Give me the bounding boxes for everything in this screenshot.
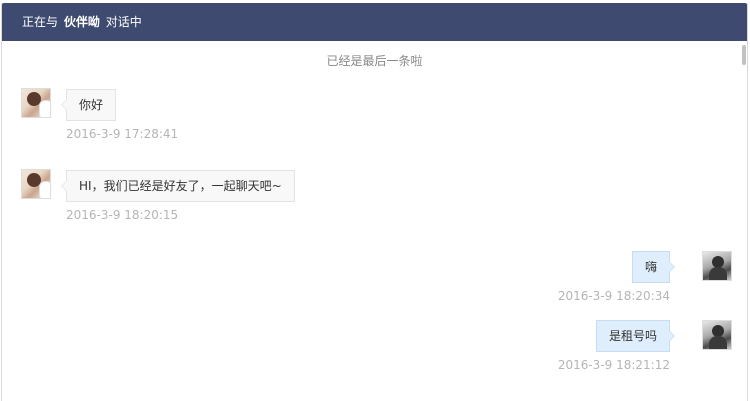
message-bubble: 是租号吗 <box>595 320 676 352</box>
friend-avatar[interactable] <box>21 169 51 199</box>
chat-window: 正在与 伙伴呦 对话中 已经是最后一条啦 你好 2016-3-9 17:28:4… <box>1 3 748 401</box>
contact-name: 伙伴呦 <box>63 15 100 29</box>
message-timestamp: 2016-3-9 17:28:41 <box>66 127 179 141</box>
message-bubble: 嗨 <box>631 251 676 283</box>
message-bubble: 你好 <box>60 89 117 121</box>
message-timestamp: 2016-3-9 18:20:15 <box>66 208 179 222</box>
header-prefix: 正在与 <box>22 15 59 29</box>
message-timestamp: 2016-3-9 18:21:12 <box>557 358 670 372</box>
chat-header: 正在与 伙伴呦 对话中 <box>2 3 747 41</box>
end-of-history-notice: 已经是最后一条啦 <box>326 54 423 68</box>
header-suffix: 对话中 <box>105 15 142 29</box>
my-avatar[interactable] <box>702 320 732 350</box>
message-bubble: HI，我们已经是好友了，一起聊天吧~ <box>61 170 295 202</box>
message-timestamp: 2016-3-9 18:20:34 <box>557 289 670 303</box>
scrollbar[interactable] <box>740 43 748 401</box>
my-avatar[interactable] <box>702 251 732 281</box>
scrollbar-thumb[interactable] <box>742 45 746 65</box>
friend-avatar[interactable] <box>21 88 51 118</box>
